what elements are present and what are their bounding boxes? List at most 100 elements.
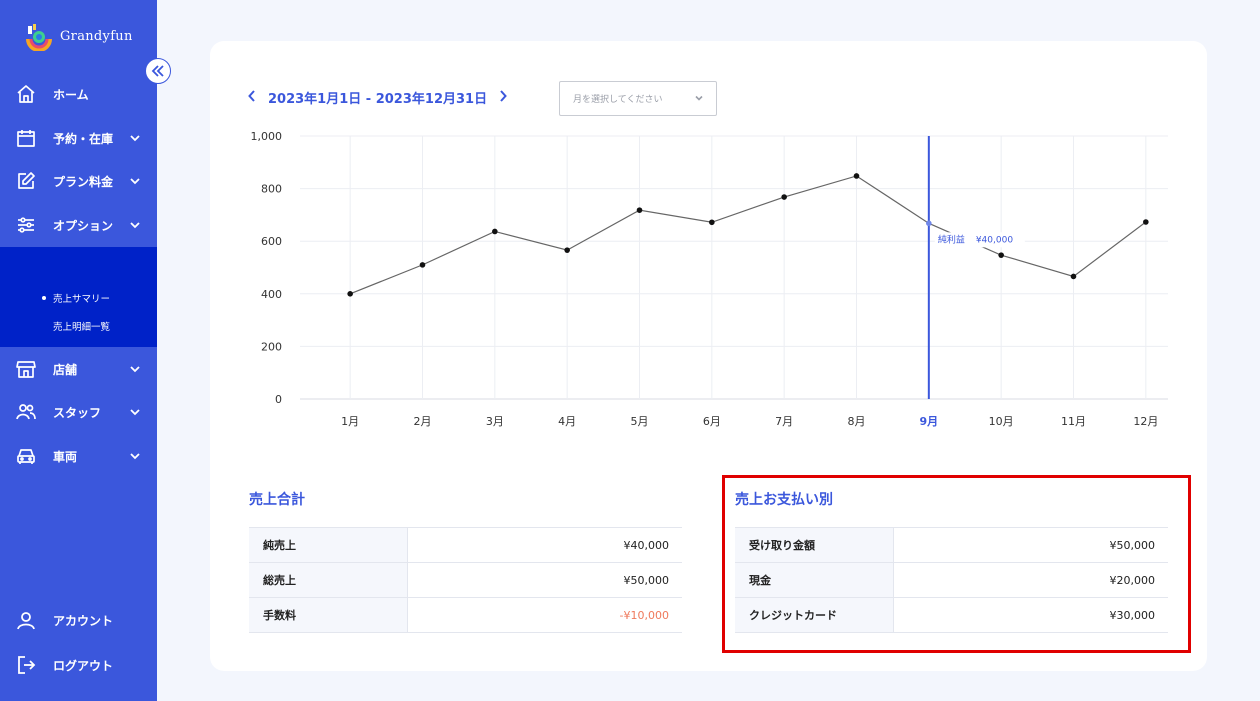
sales-by-payment-title: 売上お支払い別 [735,492,833,508]
sidebar-item-home[interactable]: ホーム [0,74,157,114]
row-value: ¥30,000 [893,597,1168,633]
row-value: ¥40,000 [407,527,682,563]
month-select-placeholder: 月を選択してください [573,95,663,105]
period-label: 2023年1月1日 - 2023年12月31日 [268,92,488,107]
y-tick-label: 600 [261,235,282,248]
home-icon [16,84,36,104]
store-icon [16,359,36,379]
y-tick-label: 1,000 [251,130,283,143]
sidebar-subitem-sales-summary[interactable]: 売上サマリー [0,286,157,310]
chevron-down-icon [128,449,142,463]
x-tick-label: 12月 [1133,415,1158,428]
sales-line-chart: 0 200 400 600 800 1,000 1月 2月 3月 4月 5月 6月 7月 8月 9月 10月 1… [251,130,1168,428]
table-row: 受け取り金額 ¥50,000 [735,527,1168,563]
sidebar-item-account[interactable]: アカウント [0,600,157,640]
sidebar-item-label: ログアウト [53,658,114,673]
data-point [1143,219,1149,225]
y-tick-label: 400 [261,288,282,301]
chevron-down-icon [128,362,142,376]
sliders-icon [16,215,36,235]
data-point [636,207,643,213]
row-label: 純売上 [249,527,408,563]
sidebar-item-vehicle[interactable]: 車両 [0,436,157,476]
x-tick-label: 11月 [1061,415,1086,428]
car-icon [16,446,36,466]
x-tick-label: 7月 [775,415,793,428]
edit-icon [16,171,36,191]
data-point [998,252,1004,258]
sales-by-payment-table: 受け取り金額 ¥50,000 現金 ¥20,000 クレジットカード ¥30,0… [735,527,1168,633]
x-tick-label: 6月 [703,415,721,428]
chevron-right-icon [500,89,507,102]
sales-total-table: 純売上 ¥40,000 総売上 ¥50,000 手数料 -¥10,000 [249,527,682,633]
row-value-negative: -¥10,000 [407,597,682,633]
x-tick-label: 1月 [341,415,359,428]
y-tick-label: 200 [261,340,282,353]
tooltip-label: 純利益 [938,233,965,245]
data-point [492,228,498,235]
data-point [419,262,426,268]
sidebar-item-label: 車両 [53,449,78,464]
data-point [1070,273,1077,280]
double-chevron-left-icon [151,65,164,77]
sidebar-item-label: スタッフ [53,405,102,420]
table-row: 現金 ¥20,000 [735,562,1168,598]
user-icon [16,610,36,630]
row-value: ¥20,000 [893,562,1168,598]
active-dot [42,296,46,300]
row-label: 手数料 [249,597,408,633]
row-value: ¥50,000 [893,527,1168,563]
sidebar-item-plan[interactable]: プラン料金 [0,161,157,201]
logo-icon [24,21,54,52]
data-point [781,194,787,200]
x-tick-label: 4月 [558,415,576,428]
brand-logo[interactable]: Grandyfun [24,20,133,52]
series-line [349,175,1147,295]
sidebar-item-staff[interactable]: スタッフ [0,392,157,432]
row-label: 現金 [735,562,894,598]
row-label: 総売上 [249,562,408,598]
sidebar-item-logout[interactable]: ログアウト [0,645,157,685]
row-label: クレジットカード [735,597,894,633]
sales-submenu: 売上サマリー 売上明細一覧 [0,247,157,347]
sidebar-item-reservation[interactable]: 予約・在庫 [0,118,157,158]
row-label: 受け取り金額 [735,527,894,563]
sidebar-item-label: プラン料金 [53,174,114,189]
x-tick-label: 5月 [631,415,649,428]
tooltip-value: ¥40,000 [976,235,1013,245]
x-tick-label: 2月 [414,415,432,428]
next-period-button[interactable] [497,89,509,106]
chevron-down-icon [128,405,142,419]
chevron-down-icon [694,93,704,106]
chevron-down-icon [128,174,142,188]
y-tick-label: 800 [261,183,282,196]
data-point [926,220,932,227]
sidebar-subitem-label: 売上明細一覧 [53,322,111,333]
sidebar-item-label: オプション [53,218,114,233]
collapse-sidebar-button[interactable] [145,58,171,84]
prev-period-button[interactable] [246,89,258,106]
sales-total-title: 売上合計 [249,492,305,508]
chevron-down-icon [128,218,142,232]
sidebar-item-label: ホーム [53,87,89,102]
x-tick-label: 8月 [848,415,866,428]
calendar-icon [16,128,36,148]
table-row: 純売上 ¥40,000 [249,527,682,563]
data-point [347,291,353,297]
data-point [853,173,860,179]
sidebar: Grandyfun ホーム予約・在庫プラン料金オプション売上店舗スタッフ車両 売… [0,0,157,701]
data-point [564,247,570,253]
table-row: 総売上 ¥50,000 [249,562,682,598]
brand-name: Grandyfun [60,28,133,44]
table-row: 手数料 -¥10,000 [249,597,682,633]
sidebar-item-label: アカウント [53,613,114,628]
sidebar-subitem-sales-detail[interactable]: 売上明細一覧 [0,314,157,338]
row-value: ¥50,000 [407,562,682,598]
sidebar-item-label: 予約・在庫 [53,131,114,146]
sidebar-item-store[interactable]: 店舗 [0,349,157,389]
period-navigator: 2023年1月1日 - 2023年12月31日 [246,88,509,107]
x-tick-label: 10月 [989,415,1014,428]
sidebar-item-option[interactable]: オプション [0,205,157,245]
month-select[interactable]: 月を選択してください [559,81,717,116]
x-tick-label: 3月 [486,415,504,428]
